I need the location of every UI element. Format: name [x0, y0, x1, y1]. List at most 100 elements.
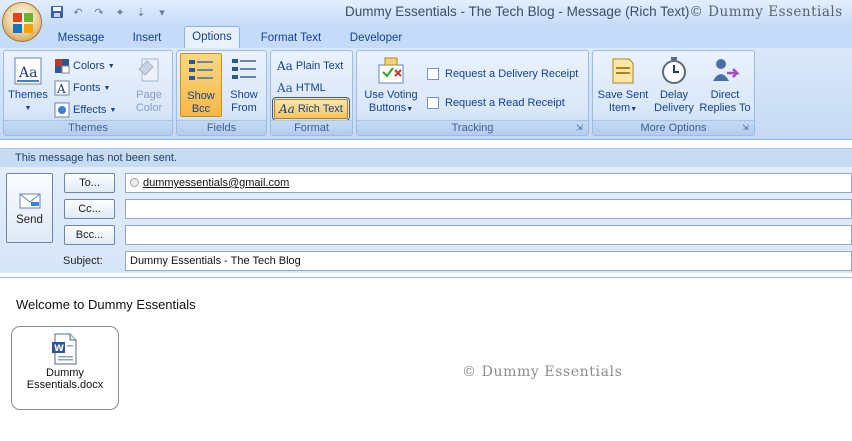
to-button[interactable]: To... — [64, 173, 115, 193]
show-from-button[interactable]: Show From — [223, 53, 265, 117]
group-fields: Show Bcc Show From Fields — [176, 50, 267, 136]
subject-label: Subject: — [63, 255, 103, 267]
word-document-icon: W — [52, 333, 77, 365]
title-bar: ↶ ↷ ✦ ⇣ ▾ Dummy Essentials - The Tech Bl… — [0, 0, 852, 26]
message-body[interactable]: Welcome to Dummy Essentials W Dummy Esse… — [0, 277, 852, 441]
svg-text:Aa: Aa — [18, 65, 37, 81]
window-title: Dummy Essentials - The Tech Blog - Messa… — [345, 4, 843, 20]
group-fields-label: Fields — [177, 120, 266, 135]
colors-icon — [55, 59, 70, 74]
group-themes: Aa Themes ▼ Colors ▼ A Fonts ▼ Effects ▼ Pa… — [3, 50, 173, 136]
chevron-down-icon: ▼ — [24, 105, 32, 112]
group-tracking-label: Tracking — [357, 120, 588, 135]
bcc-button[interactable]: Bcc... — [64, 225, 115, 245]
rich-text-icon: Aa — [279, 102, 295, 116]
chevron-down-icon: ▼ — [103, 84, 111, 92]
tab-insert[interactable]: Insert — [122, 29, 172, 48]
up-arrow-icon[interactable]: ✦ — [111, 3, 129, 21]
chevron-down-icon: ▼ — [109, 106, 117, 114]
redo-icon[interactable]: ↷ — [90, 3, 108, 21]
show-bcc-label-1: Show — [187, 90, 215, 102]
group-format-label: Format — [271, 120, 352, 135]
body-watermark: © Dummy Essentials — [462, 364, 623, 380]
send-button[interactable]: Send — [6, 173, 53, 243]
chevron-down-icon: ▼ — [406, 106, 414, 113]
colors-button[interactable]: Colors ▼ — [54, 56, 115, 76]
effects-icon — [54, 102, 70, 118]
attachment[interactable]: W Dummy Essentials.docx — [11, 326, 119, 410]
show-from-icon — [232, 59, 256, 79]
office-button[interactable] — [2, 2, 42, 42]
customize-qat-icon[interactable]: ▾ — [153, 3, 171, 21]
attachment-name-2: Essentials.docx — [26, 379, 104, 391]
delivery-receipt-check[interactable] — [427, 68, 439, 80]
attachment-name-1: Dummy — [46, 367, 84, 379]
clock-icon — [662, 57, 686, 84]
save-icon[interactable] — [48, 3, 66, 21]
title-watermark: © Dummy Essentials — [689, 4, 843, 20]
show-bcc-label-2: Bcc — [191, 103, 211, 115]
send-icon — [19, 193, 40, 209]
html-button[interactable]: Aa HTML — [277, 78, 326, 98]
read-receipt-checkbox[interactable]: Request a Read Receipt — [427, 93, 565, 113]
svg-text:W: W — [54, 344, 64, 354]
group-more-options: Save Sent Item▼ Delay Delivery Direct Re… — [592, 50, 755, 136]
use-voting-buttons-button[interactable]: Use Voting Buttons▼ — [359, 53, 423, 117]
cc-field[interactable] — [125, 199, 852, 219]
svg-text:A: A — [56, 82, 66, 96]
plain-text-button[interactable]: Aa Plain Text — [277, 56, 343, 76]
body-text[interactable]: Welcome to Dummy Essentials — [16, 297, 196, 312]
fonts-button[interactable]: A Fonts ▼ — [54, 78, 110, 98]
rich-text-button[interactable]: Aa Rich Text — [272, 97, 350, 121]
fonts-label: Fonts — [73, 82, 101, 94]
direct-label-1: Direct — [710, 89, 740, 101]
send-label: Send — [16, 214, 43, 226]
tab-format-text[interactable]: Format Text — [252, 29, 330, 48]
bcc-field[interactable] — [125, 225, 852, 245]
show-from-label-2: From — [231, 102, 257, 114]
themes-button[interactable]: Aa Themes ▼ — [6, 53, 50, 117]
read-receipt-check[interactable] — [427, 97, 439, 109]
html-label: HTML — [295, 82, 326, 94]
undo-icon[interactable]: ↶ — [69, 3, 87, 21]
group-format: Aa Plain Text Aa HTML Aa Rich Text Forma… — [270, 50, 353, 136]
voting-label-2: Buttons — [368, 102, 407, 114]
dialog-launcher-icon[interactable]: ⇲ — [742, 124, 751, 133]
themes-label: Themes — [8, 89, 48, 101]
delivery-receipt-checkbox[interactable]: Request a Delivery Receipt — [427, 64, 578, 84]
to-field[interactable]: dummyessentials@gmail.com — [125, 173, 852, 193]
html-icon: Aa — [277, 81, 293, 95]
save-sent-item-button[interactable]: Save Sent Item▼ — [595, 53, 651, 117]
direct-replies-button[interactable]: Direct Replies To — [697, 53, 753, 117]
read-receipt-label: Request a Read Receipt — [445, 97, 565, 109]
colors-label: Colors — [73, 60, 105, 72]
window-title-text: Dummy Essentials - The Tech Blog - Messa… — [345, 4, 690, 19]
effects-button[interactable]: Effects ▼ — [54, 100, 116, 120]
message-header: Send To... dummyessentials@gmail.com Cc.… — [0, 167, 852, 273]
page-color-button[interactable]: Page Color — [128, 53, 170, 117]
tab-developer[interactable]: Developer — [342, 29, 410, 48]
fonts-icon: A — [54, 80, 70, 96]
voting-label-1: Use Voting — [364, 89, 418, 101]
down-arrow-icon[interactable]: ⇣ — [132, 3, 150, 21]
delay-delivery-button[interactable]: Delay Delivery — [651, 53, 697, 117]
page-color-label-1: Page — [136, 89, 162, 101]
tab-options[interactable]: Options — [184, 26, 240, 48]
tab-message[interactable]: Message — [52, 29, 110, 48]
plain-text-icon: Aa — [277, 59, 293, 73]
group-themes-label: Themes — [4, 120, 172, 135]
subject-field[interactable]: Dummy Essentials - The Tech Blog — [125, 251, 852, 271]
show-from-label-1: Show — [230, 89, 258, 101]
group-tracking: Use Voting Buttons▼ Request a Delivery R… — [356, 50, 589, 136]
info-bar: This message has not been sent. — [0, 148, 852, 167]
delay-label-2: Delivery — [654, 102, 694, 114]
page-color-label-2: Color — [135, 102, 163, 114]
page-color-icon — [138, 58, 159, 82]
delivery-receipt-label: Request a Delivery Receipt — [445, 68, 579, 80]
dialog-launcher-icon[interactable]: ⇲ — [576, 124, 585, 133]
presence-icon — [130, 178, 139, 187]
show-bcc-button[interactable]: Show Bcc — [180, 53, 222, 117]
cc-button[interactable]: Cc... — [64, 199, 115, 219]
office-logo-icon — [13, 13, 33, 33]
to-address[interactable]: dummyessentials@gmail.com — [143, 177, 289, 189]
